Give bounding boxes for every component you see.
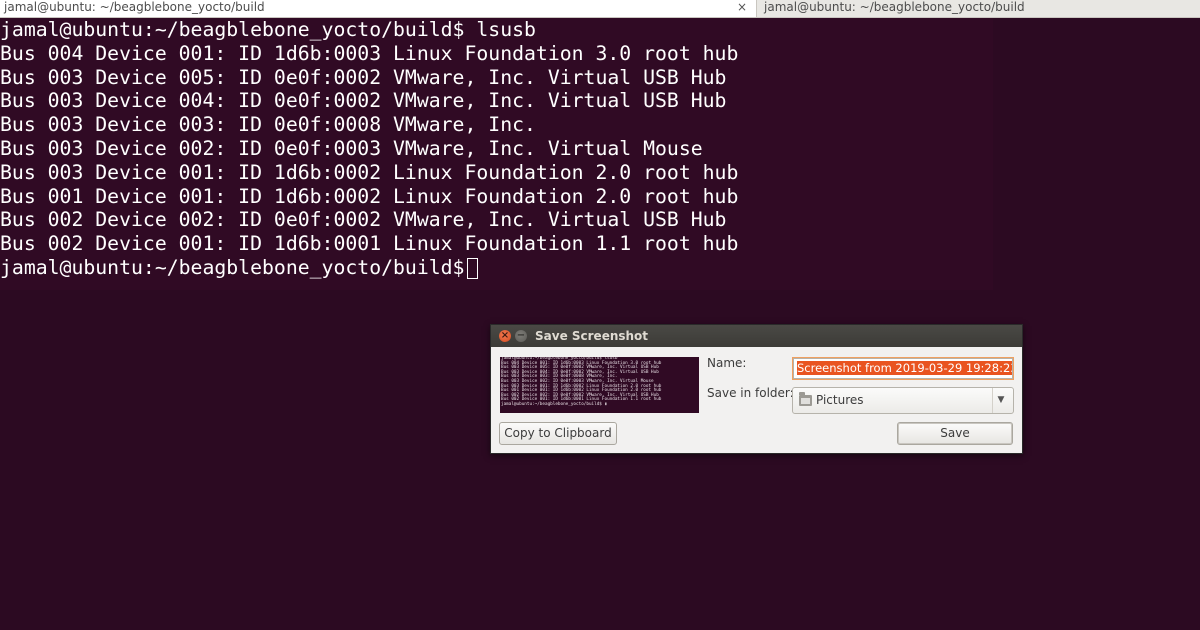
screenshot-preview: jamal@ubuntu:~/beagblebone_yocto/build$ … [500,357,699,413]
terminal-output-line: Bus 001 Device 001: ID 1d6b:0002 Linux F… [0,184,739,208]
close-tab-icon[interactable]: × [737,0,747,14]
preview-prompt-line: jamal@ubuntu:~/beagblebone_yocto/build$ … [501,401,608,407]
terminal-output-line: Bus 003 Device 003: ID 0e0f:0008 VMware,… [0,113,536,137]
terminal-output-line: Bus 003 Device 001: ID 1d6b:0002 Linux F… [0,160,739,184]
name-label: Name: [707,356,747,370]
dialog-titlebar[interactable]: × − Save Screenshot [491,325,1022,347]
minimize-window-icon[interactable]: − [515,330,527,342]
dialog-title: Save Screenshot [535,329,649,343]
save-screenshot-dialog: × − Save Screenshot jamal@ubuntu:~/beagb… [490,324,1023,454]
terminal-tab-1[interactable]: jamal@ubuntu: ~/beagblebone_yocto/build … [0,0,757,17]
terminal-output-line: Bus 002 Device 001: ID 1d6b:0001 Linux F… [0,232,739,256]
preview-prompt: jamal@ubuntu:~/beagblebone_yocto/build$ [501,401,602,407]
terminal-output-line: Bus 002 Device 002: ID 0e0f:0002 VMware,… [0,208,727,232]
terminal-output[interactable]: jamal@ubuntu:~/beagblebone_yocto/build$ … [0,18,993,290]
terminal-prompt-line: jamal@ubuntu:~/beagblebone_yocto/build$ [0,256,993,280]
terminal-output-line: Bus 003 Device 004: ID 0e0f:0002 VMware,… [0,89,727,113]
preview-output-lines: Bus 004 Device 001: ID 1d6b:0003 Linux F… [500,361,699,403]
terminal-output-line: Bus 003 Device 002: ID 0e0f:0003 VMware,… [0,136,703,160]
terminal-tab-2[interactable]: jamal@ubuntu: ~/beagblebone_yocto/build [757,0,1200,17]
terminal-command-line: jamal@ubuntu:~/beagblebone_yocto/build$ … [0,18,536,41]
copy-to-clipboard-button[interactable]: Copy to Clipboard [499,422,617,445]
folder-icon [799,392,812,406]
save-button[interactable]: Save [897,422,1013,445]
tab-2-label: jamal@ubuntu: ~/beagblebone_yocto/build [764,0,1025,14]
chevron-down-icon[interactable]: ▼ [992,388,1009,413]
filename-selected-text: Screenshot from 2019-03-29 19:28:23 [797,361,1012,375]
folder-select-value: Pictures [816,393,864,407]
close-window-icon[interactable]: × [499,330,511,342]
folder-select[interactable]: Pictures ▼ [792,387,1014,414]
terminal-output-lines: Bus 004 Device 001: ID 1d6b:0003 Linux F… [0,42,993,256]
tab-1-label: jamal@ubuntu: ~/beagblebone_yocto/build [4,0,265,14]
terminal-output-line: Bus 003 Device 005: ID 0e0f:0002 VMware,… [0,65,727,89]
terminal-prompt: jamal@ubuntu:~/beagblebone_yocto/build$ [0,255,465,279]
save-in-folder-label: Save in folder: [707,386,794,400]
terminal-cursor [467,257,479,279]
filename-input[interactable]: Screenshot from 2019-03-29 19:28:23.p [793,358,1013,379]
terminal-tab-bar: jamal@ubuntu: ~/beagblebone_yocto/build … [0,0,1200,18]
terminal-output-line: Bus 004 Device 001: ID 1d6b:0003 Linux F… [0,41,739,65]
